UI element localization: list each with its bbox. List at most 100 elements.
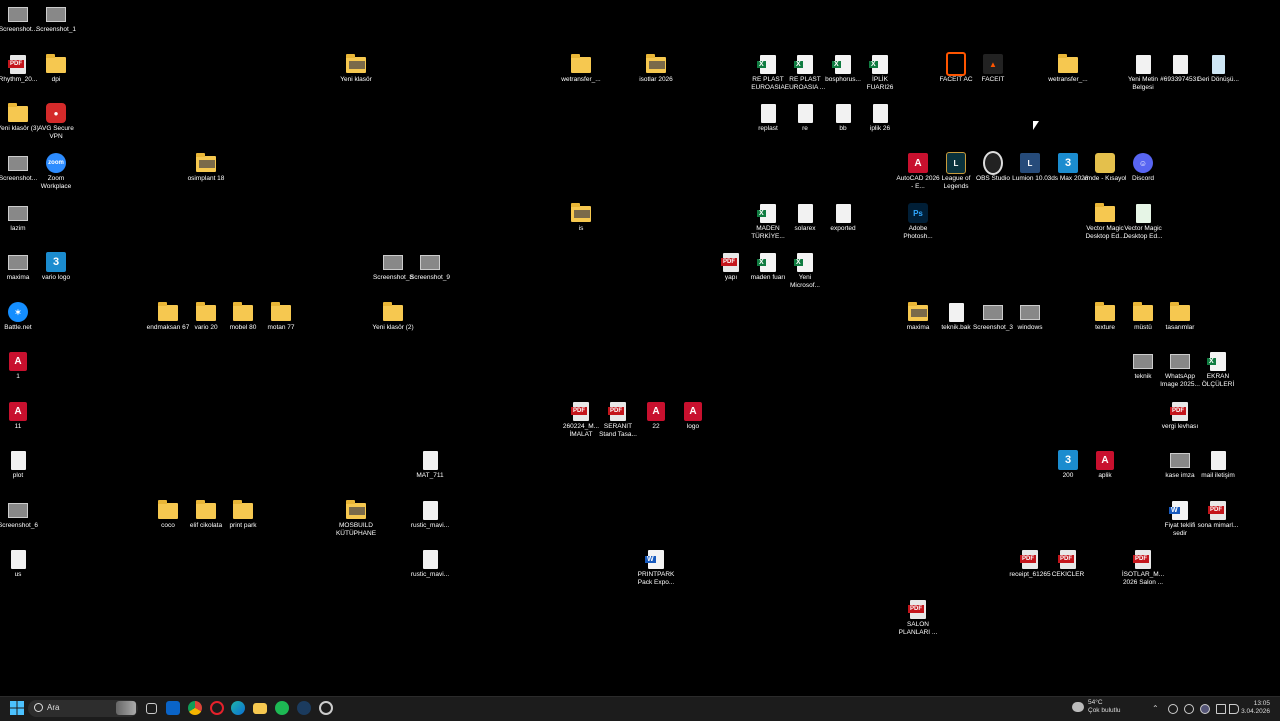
desktop-icon[interactable]: tasarımlar bbox=[1158, 302, 1202, 332]
settings-icon[interactable] bbox=[319, 701, 333, 715]
network-icon[interactable] bbox=[1216, 704, 1226, 714]
desktop-icon[interactable]: W PRINTPARK Pack Expo... bbox=[634, 549, 678, 586]
desktop-icon[interactable]: PDF vergi levhası bbox=[1158, 401, 1202, 431]
desktop-icon-label: İSOTLAR_M... 2026 Salon ... bbox=[1121, 571, 1165, 586]
desktop-icon[interactable]: osimplant 18 bbox=[184, 153, 228, 183]
desktop-icon[interactable]: PDF SALON PLANLARI ... bbox=[896, 599, 940, 636]
desktop-icon[interactable]: iplik 26 bbox=[858, 103, 902, 133]
desktop-icon[interactable]: lazim bbox=[0, 203, 40, 233]
pdf-icon: PDF bbox=[1133, 549, 1153, 569]
folder-pic-icon bbox=[346, 500, 366, 520]
weather-widget[interactable]: 54°C Çok bulutlu bbox=[1088, 699, 1121, 715]
tray-app-icon[interactable] bbox=[1168, 704, 1178, 714]
volume-icon[interactable] bbox=[1229, 704, 1239, 714]
desktop-icon[interactable]: ☺ Discord bbox=[1121, 153, 1165, 183]
doc-icon bbox=[8, 450, 28, 470]
desktop-icon[interactable]: plot bbox=[0, 450, 40, 480]
desktop-icon[interactable]: is bbox=[559, 203, 603, 233]
desktop-icon-label: Screenshot_6 bbox=[0, 522, 39, 529]
desktop-icon[interactable]: motan 77 bbox=[259, 302, 303, 332]
shot-icon bbox=[8, 252, 28, 272]
pdf-icon: PDF bbox=[721, 252, 741, 272]
widgets-icon[interactable] bbox=[116, 701, 136, 715]
desktop-icon-label: us bbox=[14, 571, 22, 578]
desktop-icon-label: CEKICLER bbox=[1051, 571, 1085, 578]
desktop-icon[interactable]: zoom Zoom Workplace bbox=[34, 153, 78, 190]
desktop-icon[interactable]: MAT_711 bbox=[408, 450, 452, 480]
folder-icon bbox=[1095, 203, 1115, 223]
desktop-icon[interactable]: 3 vario logo bbox=[34, 252, 78, 282]
desktop-icon[interactable]: Screenshot_1 bbox=[34, 4, 78, 34]
desktop-icon-label: coco bbox=[161, 522, 175, 529]
desktop-icon[interactable]: ▲ FACEIT bbox=[971, 54, 1015, 84]
desktop-icon[interactable]: Yeni klasör (2) bbox=[371, 302, 415, 332]
desktop-icon[interactable]: Vector Magic Desktop Ed... bbox=[1121, 203, 1165, 240]
desktop-icon[interactable]: dpi bbox=[34, 54, 78, 84]
file-explorer-icon[interactable] bbox=[253, 703, 267, 714]
desktop-icon-label: mail iletişim bbox=[1201, 472, 1235, 479]
desktop-icon[interactable]: rustic_mavi... bbox=[408, 549, 452, 579]
desktop-icon[interactable]: wetransfer_... bbox=[1046, 54, 1090, 84]
doc-icon bbox=[758, 103, 778, 123]
desktop-icon[interactable]: mail iletişim bbox=[1196, 450, 1240, 480]
desktop-icon[interactable]: X Yeni Microsof... bbox=[783, 252, 827, 289]
desktop-icon-label: rustic_mavi... bbox=[410, 522, 450, 529]
desktop-icon[interactable]: PDF İSOTLAR_M... 2026 Salon ... bbox=[1121, 549, 1165, 586]
task-view-icon[interactable] bbox=[146, 703, 157, 714]
avg-icon: ● bbox=[46, 103, 66, 123]
desktop-icon[interactable]: X EKRAN ÖLÇÜLERİ bbox=[1196, 351, 1240, 388]
desktop-icon-label: Yeni Microsof... bbox=[790, 274, 820, 289]
desktop-icon[interactable]: ● AVG Secure VPN bbox=[34, 103, 78, 140]
desktop-icon-label: vario 20 bbox=[194, 324, 218, 331]
desktop-icon-label: is bbox=[578, 225, 584, 232]
desktop-icon[interactable]: Geri Dönüşü... bbox=[1196, 54, 1240, 84]
discord-icon: ☺ bbox=[1133, 153, 1153, 173]
tray-app-icon-2[interactable] bbox=[1184, 704, 1194, 714]
folder-icon bbox=[383, 302, 403, 322]
desktop-icon[interactable]: PDF sona mimarl... bbox=[1196, 500, 1240, 530]
shot-icon bbox=[1170, 450, 1190, 470]
desktop-icon[interactable]: Alogo bbox=[671, 401, 715, 431]
desktop-icon-label: iplik 26 bbox=[869, 125, 891, 132]
desktop-icon[interactable]: us bbox=[0, 549, 40, 579]
shot-icon bbox=[983, 302, 1003, 322]
doc-icon bbox=[833, 103, 853, 123]
start-icon[interactable] bbox=[10, 701, 24, 715]
folder-pic-icon bbox=[196, 153, 216, 173]
opera-icon[interactable] bbox=[210, 701, 224, 715]
desktop-icon-label: #6933974531 bbox=[1160, 76, 1200, 83]
desktop-icon[interactable]: isotlar 2026 bbox=[634, 54, 678, 84]
desktop-icon[interactable]: rustic_mavi... bbox=[408, 500, 452, 530]
desktop-icon[interactable]: Screenshot_6 bbox=[0, 500, 40, 530]
desktop-icon[interactable]: Screenshot_9 bbox=[408, 252, 452, 282]
edge-icon[interactable] bbox=[231, 701, 245, 715]
desktop-icon[interactable]: print park bbox=[221, 500, 265, 530]
desktop-icon[interactable]: wetransfer_... bbox=[559, 54, 603, 84]
steam-tray-icon[interactable] bbox=[1200, 704, 1210, 714]
desktop-icon[interactable]: exported bbox=[821, 203, 865, 233]
outlook-icon[interactable] bbox=[166, 701, 180, 715]
desktop-icon[interactable]: Yeni klasör bbox=[334, 54, 378, 84]
desktop-icon[interactable]: X İPLİK FUARI26 bbox=[858, 54, 902, 91]
weather-icon[interactable] bbox=[1072, 702, 1084, 712]
pdf-icon: PDF bbox=[8, 54, 28, 74]
desktop-icon[interactable]: A1 bbox=[0, 351, 40, 381]
desktop-icon[interactable]: PDF CEKICLER bbox=[1046, 549, 1090, 579]
spotify-icon[interactable] bbox=[275, 701, 289, 715]
taskbar: Ara 54°C Çok bulutlu ⌃ 13:05 3.04.2026 bbox=[0, 696, 1280, 721]
steam-icon[interactable] bbox=[297, 701, 311, 715]
chevron-up-icon[interactable]: ⌃ bbox=[1152, 704, 1160, 713]
pdf-icon: PDF bbox=[1208, 500, 1228, 520]
chrome-icon[interactable] bbox=[188, 701, 202, 715]
clock[interactable]: 13:05 3.04.2026 bbox=[1241, 700, 1270, 716]
desktop-icon[interactable]: Ps Adobe Photosh... bbox=[896, 203, 940, 240]
desktop-icon[interactable]: MOSBUILD KÜTÜPHANE bbox=[334, 500, 378, 537]
desktop-icon[interactable]: Aaplik bbox=[1083, 450, 1127, 480]
desktop-icon[interactable]: A 11 bbox=[0, 401, 40, 431]
max-icon: 3 bbox=[1058, 153, 1078, 173]
desktop-icon[interactable]: ✶ Battle.net bbox=[0, 302, 40, 332]
desktop-icon-label: kase imza bbox=[1165, 472, 1195, 479]
desktop-icon-label: Lumion 10.0 bbox=[1012, 175, 1048, 182]
fbx-icon: A bbox=[683, 401, 703, 421]
desktop-icon[interactable]: windows bbox=[1008, 302, 1052, 332]
